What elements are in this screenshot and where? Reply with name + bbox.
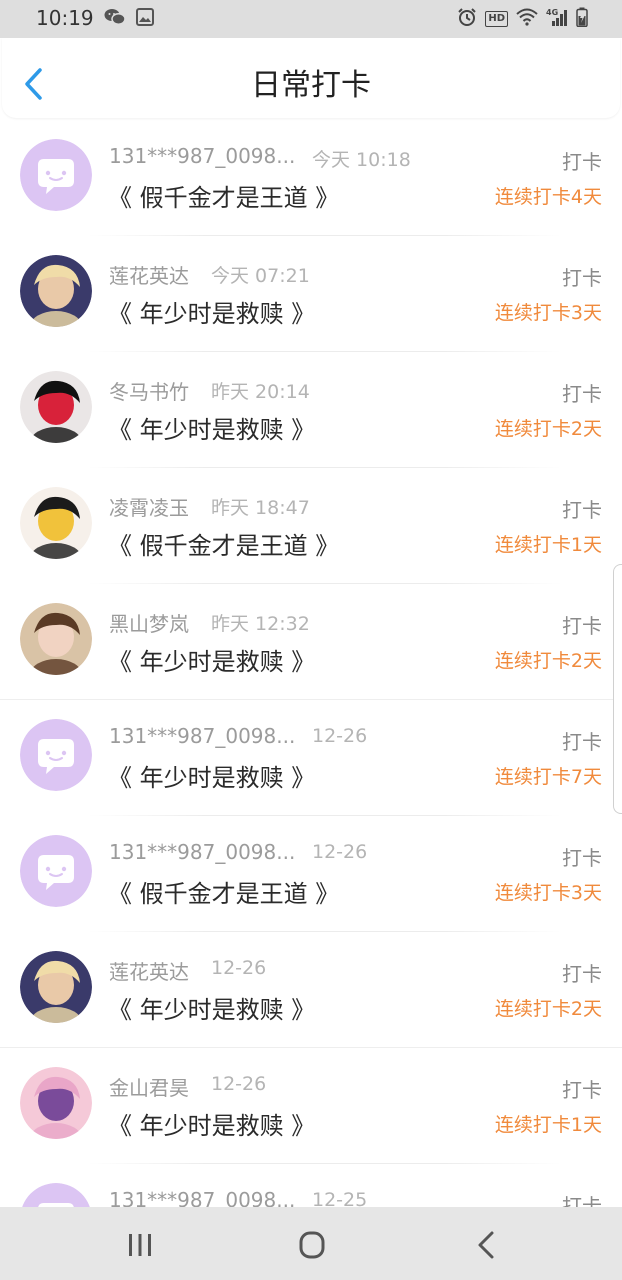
default-avatar-chat-bubble-icon[interactable] — [20, 139, 92, 211]
home-icon — [299, 1231, 325, 1259]
list-item[interactable]: 金山君昊 12-26 《 年少时是救赎 》 打卡连续打卡1天 — [0, 1048, 622, 1164]
checkin-label: 打卡 — [562, 150, 602, 174]
page-title: 日常打卡 — [251, 68, 371, 103]
username: 金山君昊 — [109, 1076, 189, 1100]
user-avatar-photo[interactable] — [20, 603, 92, 675]
list-item[interactable]: 131***987_0098... 今天 10:18 《 假千金才是王道 》 打卡连续… — [0, 120, 622, 236]
book-title[interactable]: 《 年少时是救赎 》 — [108, 1106, 315, 1141]
status-time: 10:19 — [36, 6, 94, 30]
recent-apps-icon — [129, 1234, 151, 1256]
signal-4g-icon: 4G — [546, 7, 568, 31]
username: 凌霄凌玉 — [109, 496, 189, 520]
list-item[interactable]: 冬马书竹 昨天 20:14 《 年少时是救赎 》 打卡连续打卡2天 — [0, 352, 622, 468]
wechat-icon — [104, 8, 126, 30]
checkin-time: 昨天 20:14 — [211, 381, 310, 403]
streak-badge: 连续打卡1天 — [494, 534, 602, 556]
system-nav-bar — [0, 1207, 622, 1280]
book-title[interactable]: 《 年少时是救赎 》 — [108, 990, 315, 1025]
username: 131***987_0098... — [109, 724, 296, 748]
checkin-time: 今天 10:18 — [312, 149, 411, 171]
book-title[interactable]: 《 年少时是救赎 》 — [108, 294, 315, 329]
nav-back-button[interactable] — [466, 1229, 506, 1261]
streak-badge: 连续打卡2天 — [494, 998, 602, 1020]
checkin-label: 打卡 — [562, 266, 602, 290]
book-title[interactable]: 《 年少时是救赎 》 — [108, 642, 315, 677]
checkin-label: 打卡 — [562, 730, 602, 754]
list-item[interactable]: 131***987_0098... 12-26 《 年少时是救赎 》 打卡连续打卡7天 — [0, 700, 622, 816]
home-button[interactable] — [292, 1229, 332, 1261]
username: 131***987_0098... — [109, 144, 296, 168]
list-item[interactable]: 凌霄凌玉 昨天 18:47 《 假千金才是王道 》 打卡连续打卡1天 — [0, 468, 622, 584]
checkin-label: 打卡 — [562, 1078, 602, 1102]
checkin-label: 打卡 — [562, 382, 602, 406]
list-item[interactable]: 莲花英达 今天 07:21 《 年少时是救赎 》 打卡连续打卡3天 — [0, 236, 622, 352]
book-title[interactable]: 《 假千金才是王道 》 — [108, 526, 339, 561]
streak-badge: 连续打卡3天 — [494, 882, 602, 904]
username: 131***987_0098... — [109, 840, 296, 864]
checkin-time: 12-26 — [211, 1073, 267, 1095]
checkin-label: 打卡 — [562, 614, 602, 638]
checkin-time: 今天 07:21 — [211, 265, 310, 287]
user-avatar-photo[interactable] — [20, 951, 92, 1023]
checkin-time: 12-26 — [312, 725, 368, 747]
default-avatar-chat-bubble-icon[interactable] — [20, 719, 92, 791]
book-title[interactable]: 《 年少时是救赎 》 — [108, 410, 315, 445]
gallery-icon — [136, 8, 154, 30]
username: 黑山梦岚 — [109, 612, 189, 636]
streak-badge: 连续打卡2天 — [494, 418, 602, 440]
checkin-time: 昨天 12:32 — [211, 613, 310, 635]
status-bar: 10:19 HD 4G — [0, 0, 622, 38]
recent-apps-button[interactable] — [120, 1229, 160, 1261]
username: 莲花英达 — [109, 960, 189, 984]
user-avatar-photo[interactable] — [20, 1067, 92, 1139]
app-header: 日常打卡 — [2, 38, 620, 118]
list-item[interactable]: 黑山梦岚 昨天 12:32 《 年少时是救赎 》 打卡连续打卡2天 — [0, 584, 622, 700]
hd-voice-badge: HD — [485, 11, 508, 27]
checkin-label: 打卡 — [562, 962, 602, 986]
checkin-time: 12-26 — [211, 957, 267, 979]
svg-text:4G: 4G — [546, 8, 558, 17]
streak-badge: 连续打卡7天 — [494, 766, 602, 788]
list-item[interactable]: 莲花英达 12-26 《 年少时是救赎 》 打卡连续打卡2天 — [0, 932, 622, 1048]
checkin-time: 12-26 — [312, 841, 368, 863]
battery-charging-icon — [576, 7, 588, 31]
username: 莲花英达 — [109, 264, 189, 288]
book-title[interactable]: 《 假千金才是王道 》 — [108, 178, 339, 213]
default-avatar-chat-bubble-icon[interactable] — [20, 835, 92, 907]
checkin-list: 131***987_0098... 今天 10:18 《 假千金才是王道 》打卡 连续… — [0, 120, 622, 1280]
streak-badge: 连续打卡1天 — [494, 1114, 602, 1136]
list-item[interactable]: 131***987_0098... 12-26 《 假千金才是王道 》 打卡连续打卡3… — [0, 816, 622, 932]
user-avatar-photo[interactable] — [20, 487, 92, 559]
username: 冬马书竹 — [109, 380, 189, 404]
alarm-icon — [457, 7, 477, 31]
user-avatar-photo[interactable] — [20, 371, 92, 443]
book-title[interactable]: 《 年少时是救赎 》 — [108, 758, 315, 793]
user-avatar-photo[interactable] — [20, 255, 92, 327]
back-icon — [478, 1231, 494, 1259]
checkin-label: 打卡 — [562, 498, 602, 522]
book-title[interactable]: 《 假千金才是王道 》 — [108, 874, 339, 909]
streak-badge: 连续打卡2天 — [494, 650, 602, 672]
scroll-edge-handle[interactable] — [613, 564, 622, 814]
streak-badge: 连续打卡4天 — [494, 186, 602, 208]
checkin-label: 打卡 — [562, 846, 602, 870]
streak-badge: 连续打卡3天 — [494, 302, 602, 324]
checkin-time: 昨天 18:47 — [211, 497, 310, 519]
wifi-icon — [516, 8, 538, 30]
